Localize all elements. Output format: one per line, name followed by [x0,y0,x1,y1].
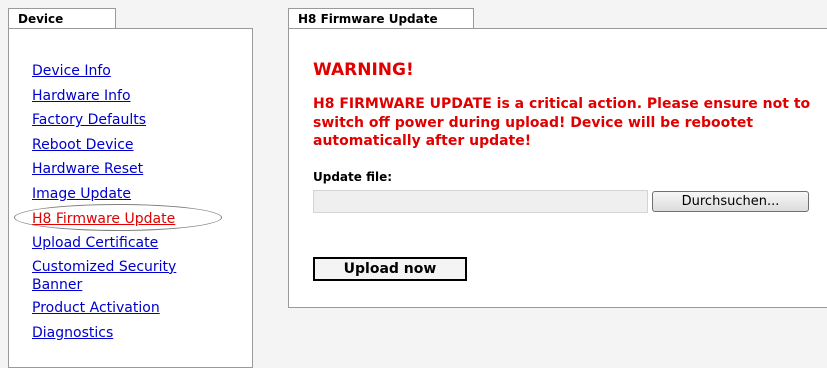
tab-h8-firmware-update[interactable]: H8 Firmware Update [288,8,474,29]
tab-h8-firmware-update-label: H8 Firmware Update [298,12,438,26]
nav-device-info[interactable]: Device Info [32,61,232,86]
nav-reboot-device[interactable]: Reboot Device [32,135,232,160]
browse-button[interactable]: Durchsuchen... [652,191,809,212]
warning-title: WARNING! [313,60,414,80]
nav-upload-certificate[interactable]: Upload Certificate [32,233,232,258]
update-file-input[interactable] [313,190,648,213]
tab-device-label: Device [18,12,64,26]
nav-hardware-reset[interactable]: Hardware Reset [32,159,232,184]
tab-device[interactable]: Device [8,8,116,29]
nav-hardware-info[interactable]: Hardware Info [32,86,232,111]
update-file-label: Update file: [313,170,393,184]
nav-image-update[interactable]: Image Update [32,184,232,209]
nav-customized-security-banner[interactable]: Customized Security Banner [32,258,202,299]
nav-diagnostics[interactable]: Diagnostics [32,323,232,348]
upload-now-button[interactable]: Upload now [313,257,467,281]
nav-product-activation[interactable]: Product Activation [32,298,232,323]
nav-factory-defaults[interactable]: Factory Defaults [32,110,232,135]
nav-h8-firmware-update[interactable]: H8 Firmware Update [32,209,232,234]
warning-text: H8 FIRMWARE UPDATE is a critical action.… [313,96,811,149]
device-nav: Device Info Hardware Info Factory Defaul… [32,61,232,348]
